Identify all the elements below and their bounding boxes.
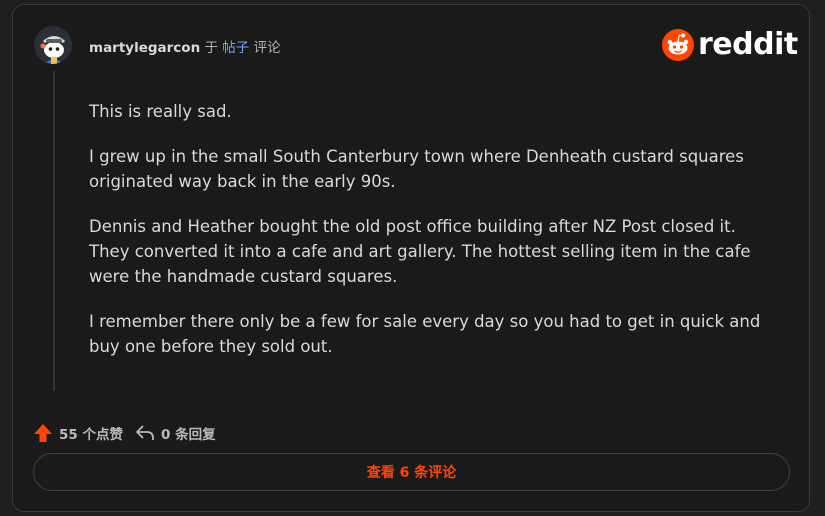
header-connector: 于 <box>200 40 223 56</box>
upvote-arrow-icon <box>34 424 52 442</box>
reply-arrow-icon <box>136 425 154 440</box>
reddit-snoo-icon <box>662 29 694 61</box>
reddit-wordmark: reddit <box>698 27 798 62</box>
username-link[interactable]: martylegarcon <box>89 40 200 56</box>
upvote-count: 55 个点赞 <box>59 427 123 443</box>
thread-line[interactable] <box>53 71 55 391</box>
header-action-text: 评论 <box>249 40 281 56</box>
comment-body: This is really sad. I grew up in the sma… <box>89 99 769 379</box>
comment-paragraph: Dennis and Heather bought the old post o… <box>89 217 751 286</box>
reply-button[interactable]: 0 条回复 <box>135 423 216 443</box>
comment-embed-card: martylegarcon 于 帖子 评论 reddit This is rea… <box>12 4 810 512</box>
avatar[interactable] <box>34 26 72 64</box>
comment-header: martylegarcon 于 帖子 评论 <box>89 36 281 56</box>
comment-paragraph: I grew up in the small South Canterbury … <box>89 147 744 191</box>
upvote-button[interactable]: 55 个点赞 <box>33 423 123 443</box>
reply-count: 0 条回复 <box>161 427 216 443</box>
view-comments-label: 查看 6 条评论 <box>366 465 457 481</box>
comment-paragraph: This is really sad. <box>89 102 232 121</box>
comment-actions: 55 个点赞 0 条回复 <box>33 421 216 445</box>
post-link[interactable]: 帖子 <box>222 40 249 56</box>
reddit-logo[interactable]: reddit <box>662 28 798 62</box>
view-comments-button[interactable]: 查看 6 条评论 <box>33 453 790 491</box>
comment-paragraph: I remember there only be a few for sale … <box>89 312 761 356</box>
